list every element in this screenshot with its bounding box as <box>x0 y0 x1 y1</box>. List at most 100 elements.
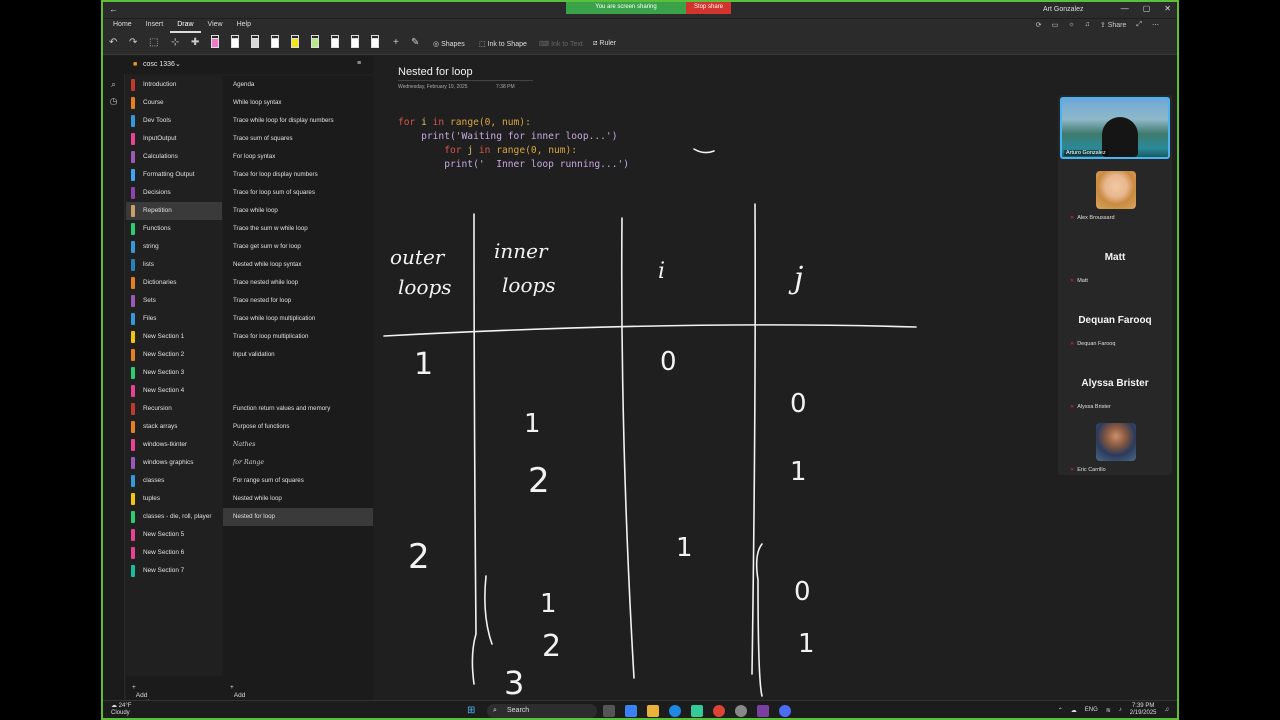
section-item[interactable]: Decisions <box>126 184 222 202</box>
search-icon[interactable]: ⌕ <box>103 79 124 90</box>
pen-tool[interactable] <box>371 35 379 50</box>
tab-help[interactable]: Help <box>230 19 258 33</box>
participant-tile[interactable]: Dequan Farooq Dequan Farooq <box>1060 291 1170 351</box>
task-view-icon[interactable] <box>603 705 615 717</box>
zoom-icon[interactable] <box>779 705 791 717</box>
account-name[interactable]: Art Gonzalez <box>1043 6 1083 13</box>
start-icon[interactable]: ⊞ <box>467 705 475 716</box>
page-item[interactable]: Trace while loop for display numbers <box>223 112 373 130</box>
section-item[interactable]: Dev Tools <box>126 112 222 130</box>
section-item[interactable]: New Section 3 <box>126 364 222 382</box>
notification-bell-icon[interactable]: ♫ <box>1165 707 1170 713</box>
section-item[interactable]: windows-tkinter <box>126 436 222 454</box>
page-item[interactable]: Trace for loop sum of squares <box>223 184 373 202</box>
tab-view[interactable]: View <box>201 19 230 33</box>
add-page-button[interactable]: + Add page <box>230 684 248 706</box>
pen-tool[interactable] <box>211 35 219 50</box>
pen-tool[interactable] <box>291 35 299 50</box>
notebook-name[interactable]: cosc 1336 <box>143 61 175 68</box>
section-item[interactable]: Dictionaries <box>126 274 222 292</box>
section-item[interactable]: Sets <box>126 292 222 310</box>
section-item[interactable]: Introduction <box>126 76 222 94</box>
wifi-icon[interactable]: ≋ <box>1106 707 1111 714</box>
section-item[interactable]: InputOutput <box>126 130 222 148</box>
ink-to-shape-button[interactable]: ⬚ Ink to Shape <box>479 40 527 48</box>
page-item[interactable]: Trace sum of squares <box>223 130 373 148</box>
back-arrow-icon[interactable]: ← <box>109 4 118 14</box>
stop-share-button[interactable]: Stop share <box>686 2 732 14</box>
chevron-up-icon[interactable]: ⌃ <box>1058 707 1063 714</box>
page-item[interactable]: Trace for loop multiplication <box>223 328 373 346</box>
video-tile[interactable]: Arturo Gonzalez <box>1060 97 1170 159</box>
volume-icon[interactable]: ♪ <box>1119 707 1122 713</box>
section-item[interactable]: string <box>126 238 222 256</box>
file-explorer-icon[interactable] <box>647 705 659 717</box>
section-item[interactable]: stack arrays <box>126 418 222 436</box>
section-item[interactable]: Formatting Output <box>126 166 222 184</box>
section-item[interactable]: lists <box>126 256 222 274</box>
lasso-select-icon[interactable]: ⬚ <box>149 37 158 48</box>
pen-tool[interactable] <box>231 35 239 50</box>
ruler-button[interactable]: ⧄ Ruler <box>593 40 616 48</box>
section-item[interactable]: classes - die, roll, player <box>126 508 222 526</box>
page-item[interactable]: Trace nested while loop <box>223 274 373 292</box>
page-item[interactable]: Nested while loop syntax <box>223 256 373 274</box>
onenote-icon[interactable] <box>757 705 769 717</box>
section-item[interactable]: Files <box>126 310 222 328</box>
section-item[interactable]: New Section 1 <box>126 328 222 346</box>
section-item[interactable]: Repetition <box>126 202 222 220</box>
tab-draw[interactable]: Draw <box>170 19 201 33</box>
tab-home[interactable]: Home <box>106 19 139 33</box>
page-item[interactable]: Trace while loop multiplication <box>223 310 373 328</box>
section-item[interactable]: New Section 2 <box>126 346 222 364</box>
weather-widget[interactable]: ☁ 24°F Cloudy <box>111 703 131 717</box>
tab-insert[interactable]: Insert <box>139 19 171 33</box>
page-item[interactable]: For loop syntax <box>223 148 373 166</box>
recent-icon[interactable]: ◷ <box>103 96 124 107</box>
ink-drawing[interactable]: outer loops inner loops i j 1 0 1 0 2 1 … <box>374 56 1056 701</box>
onedrive-icon[interactable]: ☁ <box>1071 707 1077 714</box>
minimize-icon[interactable]: — <box>1121 4 1129 13</box>
page-item[interactable]: Nested while loop <box>223 490 373 508</box>
pen-tool[interactable] <box>271 35 279 50</box>
more-options-icon[interactable]: ⋯ <box>1152 21 1159 29</box>
section-item[interactable]: windows graphics <box>126 454 222 472</box>
ink-replay-icon[interactable]: ✎ <box>411 37 419 48</box>
page-item[interactable]: Purpose of functions <box>223 418 373 436</box>
page-item[interactable] <box>223 382 373 400</box>
page-item[interactable]: Nathes <box>223 436 373 454</box>
pen-tool[interactable] <box>351 35 359 50</box>
undo-icon[interactable]: ↶ <box>109 37 117 48</box>
participant-tile[interactable]: Eric Carrillo <box>1060 417 1170 477</box>
page-canvas[interactable]: Nested for loop Wednesday, February 19, … <box>374 56 1056 701</box>
page-item[interactable]: Function return values and memory <box>223 400 373 418</box>
sticky-notes-icon[interactable]: ▭ <box>1052 21 1059 29</box>
page-item[interactable]: Trace get sum w for loop <box>223 238 373 256</box>
section-item[interactable]: New Section 6 <box>126 544 222 562</box>
app-icon[interactable] <box>735 705 747 717</box>
section-item[interactable]: tuples <box>126 490 222 508</box>
section-item[interactable]: New Section 7 <box>126 562 222 580</box>
page-item[interactable]: Agenda <box>223 76 373 94</box>
language-indicator[interactable]: ENG <box>1085 707 1098 713</box>
page-item[interactable]: For range sum of squares <box>223 472 373 490</box>
sync-icon[interactable]: ⟳ <box>1036 21 1042 29</box>
section-item[interactable]: New Section 4 <box>126 382 222 400</box>
ink-to-text-button[interactable]: ⌨ Ink to Text <box>539 40 583 48</box>
participant-tile[interactable]: Matt Matt <box>1060 228 1170 288</box>
store-icon[interactable] <box>691 705 703 717</box>
section-item[interactable]: New Section 5 <box>126 526 222 544</box>
chevron-down-icon[interactable]: ⌄ <box>175 60 181 68</box>
lightbulb-icon[interactable]: ☼ <box>1068 21 1074 29</box>
taskbar-search[interactable]: ⌕ Search <box>487 704 597 718</box>
participant-tile[interactable]: Alyssa Brister Alyssa Brister <box>1060 354 1170 414</box>
pen-tool[interactable] <box>311 35 319 50</box>
section-item[interactable]: classes <box>126 472 222 490</box>
close-icon[interactable]: ✕ <box>1164 4 1171 13</box>
pen-tool[interactable] <box>331 35 339 50</box>
maximize-icon[interactable]: ▢ <box>1143 4 1151 13</box>
page-item[interactable]: for Range <box>223 454 373 472</box>
clock[interactable]: 7:39 PM 2/19/2025 <box>1130 703 1157 717</box>
section-item[interactable]: Recursion <box>126 400 222 418</box>
page-item[interactable]: Input validation <box>223 346 373 364</box>
